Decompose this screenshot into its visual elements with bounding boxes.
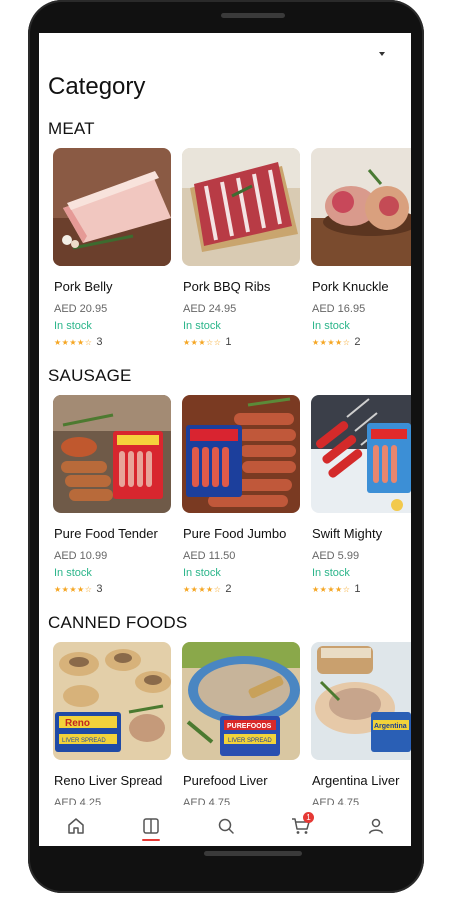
product-image <box>311 395 411 513</box>
product-rating: ★★★★☆ 1 <box>312 583 360 595</box>
product-name: Swift Mighty <box>312 526 383 541</box>
nav-category-button[interactable] <box>131 811 171 841</box>
active-tab-indicator <box>142 839 160 841</box>
product-name: Pork Belly <box>54 279 113 294</box>
product-price: AED 11.50 <box>183 550 236 562</box>
product-row-meat[interactable]: Pork Belly AED 20.95 In stock ★★★★☆ 3 Po… <box>53 148 411 358</box>
product-image <box>182 395 300 513</box>
profile-icon <box>368 818 384 834</box>
product-name: Pork BBQ Ribs <box>183 279 271 294</box>
product-image <box>53 395 171 513</box>
product-image <box>53 148 171 266</box>
search-icon <box>218 818 234 834</box>
product-price: AED 16.95 <box>312 303 366 315</box>
section-title-sausage: SAUSAGE <box>48 366 132 385</box>
home-icon <box>68 818 84 834</box>
stock-status: In stock <box>312 567 350 579</box>
bottom-nav: 1 <box>39 805 411 846</box>
status-indicator-icon <box>379 52 385 56</box>
product-name: Pure Food Jumbo <box>183 526 287 541</box>
product-price: AED 5.99 <box>312 550 360 562</box>
product-image: Reno LIVER SPREAD <box>53 642 171 760</box>
home-indicator <box>204 851 302 856</box>
product-rating: ★★★★☆ 2 <box>183 583 231 595</box>
stock-status: In stock <box>54 320 92 332</box>
can-brand-text: Reno <box>65 718 90 729</box>
stock-status: In stock <box>183 320 221 332</box>
product-name: Reno Liver Spread <box>54 773 163 788</box>
product-rating: ★★★★☆ 3 <box>54 336 102 348</box>
product-name: Pure Food Tender <box>54 526 158 541</box>
cart-count-badge: 1 <box>303 812 314 823</box>
stock-status: In stock <box>54 567 92 579</box>
star-rating-icon: ★★★★☆ <box>312 584 351 594</box>
product-row-sausage[interactable]: Pure Food Tender AED 10.99 In stock ★★★★… <box>53 395 411 605</box>
product-image <box>311 148 411 266</box>
nav-profile-button[interactable] <box>356 811 396 841</box>
product-name: Purefood Liver <box>183 773 268 788</box>
page-title: Category <box>48 73 146 100</box>
product-name: Argentina Liver <box>312 773 400 788</box>
speaker-grille <box>221 13 285 18</box>
nav-home-button[interactable] <box>56 811 96 841</box>
star-rating-icon: ★★★☆☆ <box>183 337 222 347</box>
app-screen: Category MEAT Pork Belly AED 20.95 In st… <box>39 33 411 846</box>
nav-search-button[interactable] <box>206 811 246 841</box>
product-price: AED 10.99 <box>54 550 108 562</box>
review-count: 2 <box>225 583 232 595</box>
star-rating-icon: ★★★★☆ <box>54 337 93 347</box>
product-price: AED 20.95 <box>54 303 108 315</box>
product-name: Pork Knuckle <box>312 279 389 294</box>
review-count: 1 <box>225 336 232 348</box>
star-rating-icon: ★★★★☆ <box>312 337 351 347</box>
category-icon <box>143 818 159 834</box>
product-image: Argentina <box>311 642 411 760</box>
product-price: AED 24.95 <box>183 303 237 315</box>
review-count: 3 <box>96 583 103 595</box>
product-rating: ★★★★☆ 3 <box>54 583 102 595</box>
review-count: 3 <box>96 336 103 348</box>
section-title-meat: MEAT <box>48 119 95 138</box>
section-title-canned-foods: CANNED FOODS <box>48 613 188 632</box>
review-count: 2 <box>354 336 361 348</box>
product-rating: ★★★★☆ 2 <box>312 336 360 348</box>
stock-status: In stock <box>183 567 221 579</box>
star-rating-icon: ★★★★☆ <box>54 584 93 594</box>
can-subtext: LIVER SPREAD <box>228 738 272 744</box>
nav-cart-button[interactable]: 1 <box>281 811 321 841</box>
product-rating: ★★★☆☆ 1 <box>183 336 231 348</box>
can-brand-text: PUREFOODS <box>227 723 272 730</box>
review-count: 1 <box>354 583 361 595</box>
star-rating-icon: ★★★★☆ <box>183 584 222 594</box>
product-image: PUREFOODS LIVER SPREAD <box>182 642 300 760</box>
stock-status: In stock <box>312 320 350 332</box>
product-image <box>182 148 300 266</box>
can-subtext: LIVER SPREAD <box>62 738 106 744</box>
can-brand-text: Argentina <box>374 723 407 730</box>
